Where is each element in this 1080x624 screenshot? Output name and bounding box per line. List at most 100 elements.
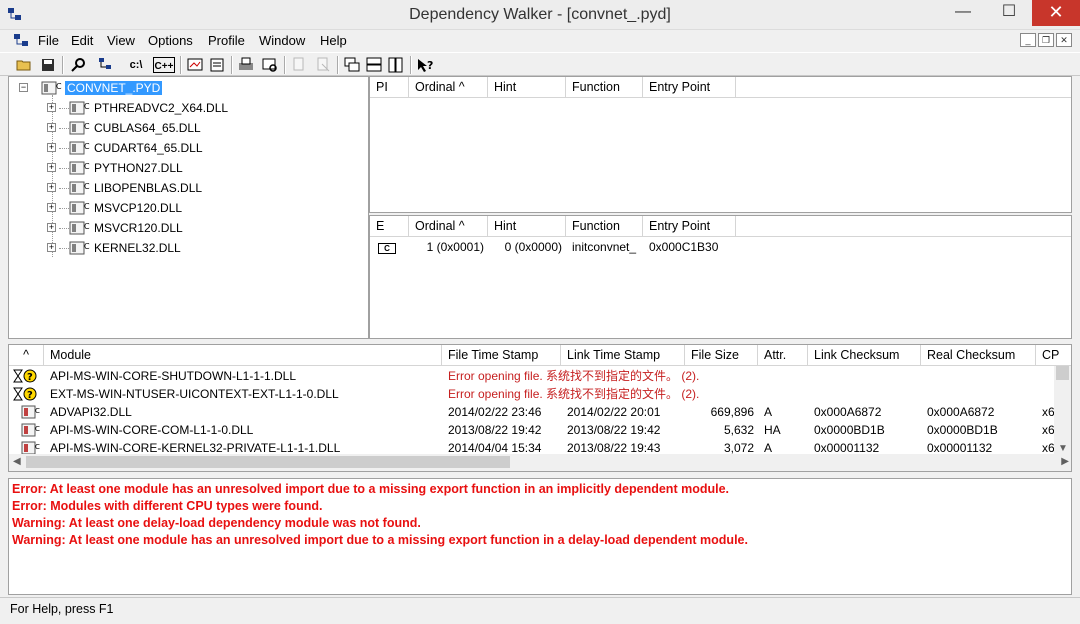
mdi-restore-button[interactable]: ❐ bbox=[1038, 33, 1054, 47]
col-hint[interactable]: Hint bbox=[488, 77, 566, 98]
expand-icon[interactable]: + bbox=[47, 123, 56, 132]
log-pane[interactable]: Error: At least one module has an unreso… bbox=[8, 478, 1072, 595]
expand-icon[interactable]: + bbox=[47, 103, 56, 112]
col-attr[interactable]: Attr. bbox=[758, 345, 808, 366]
col-entry-point[interactable]: Entry Point bbox=[643, 216, 736, 237]
cascade-icon[interactable] bbox=[342, 55, 362, 75]
document-icon[interactable] bbox=[14, 34, 32, 48]
tree-item-cudart64-65-dll[interactable]: + C CUDART64_65.DLL bbox=[47, 139, 347, 157]
save-icon[interactable] bbox=[38, 55, 58, 75]
log-line: Warning: At least one module has an unre… bbox=[12, 533, 748, 547]
col-pi[interactable]: PI bbox=[370, 77, 409, 98]
table-row[interactable]: C 1 (0x0001) 0 (0x0000) initconvnet_ 0x0… bbox=[370, 238, 1071, 256]
undecorate-cpp-icon[interactable]: C++ bbox=[153, 57, 175, 73]
col-entry-point[interactable]: Entry Point bbox=[643, 77, 736, 98]
svg-text:C: C bbox=[84, 122, 90, 131]
svg-text:C: C bbox=[35, 443, 40, 451]
col-ordinal[interactable]: Ordinal ^ bbox=[409, 216, 488, 237]
svg-text:C: C bbox=[84, 222, 90, 231]
table-row[interactable]: C ADVAPI32.DLL 2014/02/22 23:46 2014/02/22 … bbox=[9, 403, 1055, 421]
col-real-checksum[interactable]: Real Checksum bbox=[921, 345, 1036, 366]
print-icon[interactable] bbox=[236, 55, 256, 75]
module-list[interactable]: ^ Module File Time Stamp Link Time Stamp… bbox=[8, 344, 1072, 472]
menu-window[interactable]: Window bbox=[259, 33, 305, 48]
mdi-minimize-button[interactable]: _ bbox=[1020, 33, 1036, 47]
module-list-horizontal-scrollbar[interactable]: ◀ ▶ bbox=[9, 454, 1071, 471]
close-button[interactable]: ✕ bbox=[1032, 0, 1080, 26]
expand-icon[interactable]: + bbox=[47, 163, 56, 172]
menu-edit[interactable]: Edit bbox=[71, 33, 93, 48]
module-tree[interactable]: − C CONVNET_.PYD + C PTHREADVC2_X64.DLL + C C… bbox=[8, 76, 369, 339]
col-file-size[interactable]: File Size bbox=[685, 345, 758, 366]
tree-item-pthreadvc2-x64-dll[interactable]: + C PTHREADVC2_X64.DLL bbox=[47, 99, 347, 117]
scroll-thumb[interactable] bbox=[1056, 366, 1069, 380]
tree-item-msvcr120-dll[interactable]: + C MSVCR120.DLL bbox=[47, 219, 347, 237]
menu-help[interactable]: Help bbox=[320, 33, 347, 48]
view-module-icon[interactable] bbox=[185, 55, 205, 75]
title-bar: Dependency Walker - [convnet_.pyd] — ☐ ✕ bbox=[0, 0, 1080, 30]
module-icon: C bbox=[69, 141, 90, 155]
scroll-thumb[interactable] bbox=[26, 456, 510, 468]
col-function[interactable]: Function bbox=[566, 77, 643, 98]
col-sort[interactable]: ^ bbox=[9, 345, 44, 366]
module-name: API-MS-WIN-CORE-COM-L1-1-0.DLL bbox=[50, 423, 254, 437]
svg-text:C: C bbox=[84, 162, 90, 171]
tree-item-kernel32-dll[interactable]: + C KERNEL32.DLL bbox=[47, 239, 347, 257]
col-hint[interactable]: Hint bbox=[488, 216, 566, 237]
tree-item-python27-dll[interactable]: + C PYTHON27.DLL bbox=[47, 159, 347, 177]
expand-icon[interactable]: + bbox=[47, 243, 56, 252]
tree-item-msvcp120-dll[interactable]: + C MSVCP120.DLL bbox=[47, 199, 347, 217]
full-paths-icon[interactable]: c:\ bbox=[126, 55, 146, 75]
module-list-vertical-scrollbar[interactable]: ▼ bbox=[1054, 366, 1071, 456]
copy-icon[interactable] bbox=[289, 55, 309, 75]
tile-vertical-icon[interactable] bbox=[386, 55, 406, 75]
scroll-right-icon[interactable]: ▶ bbox=[1061, 456, 1069, 467]
svg-text:C: C bbox=[84, 242, 90, 251]
clear-log-icon[interactable] bbox=[313, 55, 333, 75]
table-row[interactable]: C API-MS-WIN-CORE-COM-L1-1-0.DLL 2013/08/2… bbox=[9, 421, 1055, 439]
cpu-type: x6 bbox=[1042, 423, 1055, 437]
expand-icon[interactable]: + bbox=[47, 143, 56, 152]
expand-icon[interactable]: + bbox=[47, 183, 56, 192]
tree-item-libopenblas-dll[interactable]: + C LIBOPENBLAS.DLL bbox=[47, 179, 347, 197]
table-row[interactable]: ? API-MS-WIN-CORE-SHUTDOWN-L1-1-1.DLL Erro… bbox=[9, 367, 1055, 385]
cpu-type: x6 bbox=[1042, 405, 1055, 419]
menu-file[interactable]: File bbox=[38, 33, 59, 48]
minimize-button[interactable]: — bbox=[942, 0, 984, 26]
properties-icon[interactable] bbox=[207, 55, 227, 75]
svg-text:C: C bbox=[56, 82, 62, 91]
module-icon: C bbox=[69, 121, 90, 135]
open-icon[interactable] bbox=[14, 55, 34, 75]
menu-view[interactable]: View bbox=[107, 33, 135, 48]
col-function[interactable]: Function bbox=[566, 216, 643, 237]
mdi-close-button[interactable]: ✕ bbox=[1056, 33, 1072, 47]
tree-item-cublas64-65-dll[interactable]: + C CUBLAS64_65.DLL bbox=[47, 119, 347, 137]
menu-options[interactable]: Options bbox=[148, 33, 193, 48]
scroll-left-icon[interactable]: ◀ bbox=[13, 456, 21, 467]
col-link-checksum[interactable]: Link Checksum bbox=[808, 345, 921, 366]
tree-root[interactable]: − C CONVNET_.PYD bbox=[19, 79, 359, 97]
auto-expand-icon[interactable] bbox=[96, 55, 116, 75]
find-icon[interactable] bbox=[68, 55, 88, 75]
tree-item-label: MSVCP120.DLL bbox=[94, 201, 183, 215]
col-file-time-stamp[interactable]: File Time Stamp bbox=[442, 345, 561, 366]
tile-horizontal-icon[interactable] bbox=[364, 55, 384, 75]
table-row[interactable]: ? EXT-MS-WIN-NTUSER-UICONTEXT-EXT-L1-1-0.… bbox=[9, 385, 1055, 403]
col-e[interactable]: E bbox=[370, 216, 409, 237]
expand-icon[interactable]: + bbox=[47, 223, 56, 232]
help-icon[interactable]: ? bbox=[415, 55, 435, 75]
maximize-button[interactable]: ☐ bbox=[988, 0, 1030, 26]
missing-module-icon: ? bbox=[13, 369, 37, 383]
collapse-icon[interactable]: − bbox=[19, 83, 28, 92]
parent-imports-list[interactable]: PI Ordinal ^ Hint Function Entry Point bbox=[369, 76, 1072, 213]
scroll-down-icon[interactable]: ▼ bbox=[1058, 443, 1068, 454]
menu-profile[interactable]: Profile bbox=[208, 33, 245, 48]
col-module[interactable]: Module bbox=[44, 345, 442, 366]
col-cpu[interactable]: CP bbox=[1036, 345, 1071, 366]
col-ordinal[interactable]: Ordinal ^ bbox=[409, 77, 488, 98]
expand-icon[interactable]: + bbox=[47, 203, 56, 212]
col-link-time-stamp[interactable]: Link Time Stamp bbox=[561, 345, 685, 366]
external-viewer-icon[interactable] bbox=[260, 55, 280, 75]
module-name: API-MS-WIN-CORE-SHUTDOWN-L1-1-1.DLL bbox=[50, 369, 297, 383]
exports-list[interactable]: E Ordinal ^ Hint Function Entry Point C … bbox=[369, 215, 1072, 339]
